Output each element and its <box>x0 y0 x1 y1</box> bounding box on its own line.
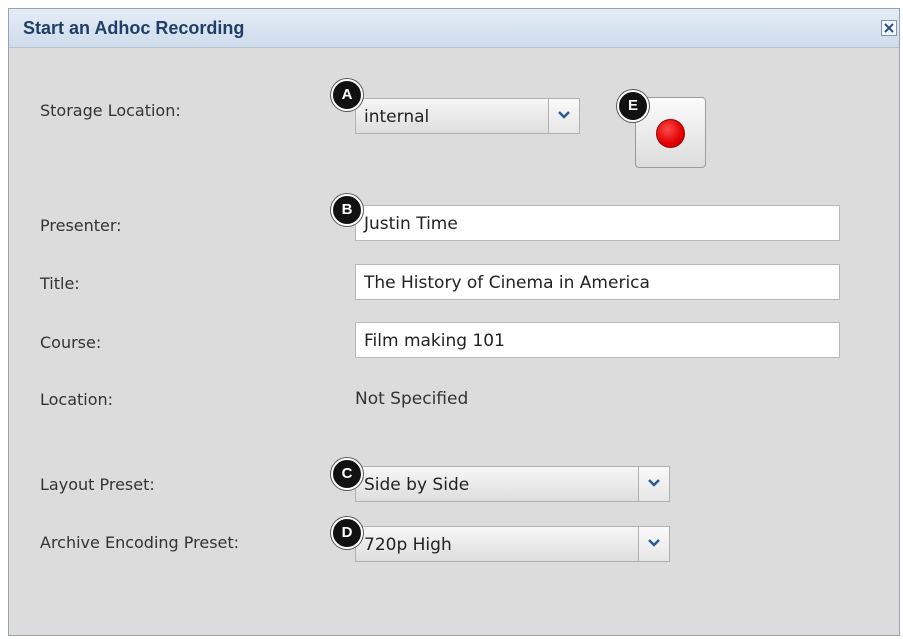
callout-badge-a: A <box>331 79 363 111</box>
dialog-body: Storage Location: internal A E Presenter… <box>9 48 899 635</box>
callout-badge-d: D <box>331 517 363 549</box>
close-icon <box>884 23 894 33</box>
course-input[interactable]: Film making 101 <box>355 322 840 358</box>
chevron-down-icon <box>648 539 660 547</box>
archive-encoding-preset-dropdown-button[interactable] <box>638 527 669 561</box>
presenter-input[interactable]: Justin Time <box>355 205 840 241</box>
title-label: Title: <box>40 274 80 293</box>
dialog-title: Start an Adhoc Recording <box>23 18 245 38</box>
adhoc-recording-dialog: Start an Adhoc Recording Storage Locatio… <box>8 8 900 636</box>
layout-preset-value: Side by Side <box>364 475 470 495</box>
storage-location-value: internal <box>364 107 430 127</box>
archive-encoding-preset-value: 720p High <box>364 535 452 555</box>
location-value: Not Specified <box>355 389 469 409</box>
callout-badge-b: B <box>331 194 363 226</box>
title-input[interactable]: The History of Cinema in America <box>355 264 840 300</box>
course-label: Course: <box>40 333 102 352</box>
dialog-titlebar: Start an Adhoc Recording <box>9 9 899 48</box>
chevron-down-icon <box>648 479 660 487</box>
callout-badge-c: C <box>331 458 363 490</box>
storage-location-select[interactable]: internal <box>355 98 580 134</box>
layout-preset-label: Layout Preset: <box>40 475 155 494</box>
record-icon <box>656 119 685 148</box>
layout-preset-dropdown-button[interactable] <box>638 467 669 501</box>
callout-badge-e: E <box>617 90 649 122</box>
archive-encoding-preset-label: Archive Encoding Preset: <box>40 533 240 552</box>
storage-location-dropdown-button[interactable] <box>548 99 579 133</box>
archive-encoding-preset-select[interactable]: 720p High <box>355 526 670 562</box>
presenter-label: Presenter: <box>40 216 122 235</box>
chevron-down-icon <box>558 111 570 119</box>
close-button[interactable] <box>881 20 897 36</box>
storage-location-label: Storage Location: <box>40 101 181 120</box>
location-label: Location: <box>40 390 114 409</box>
layout-preset-select[interactable]: Side by Side <box>355 466 670 502</box>
